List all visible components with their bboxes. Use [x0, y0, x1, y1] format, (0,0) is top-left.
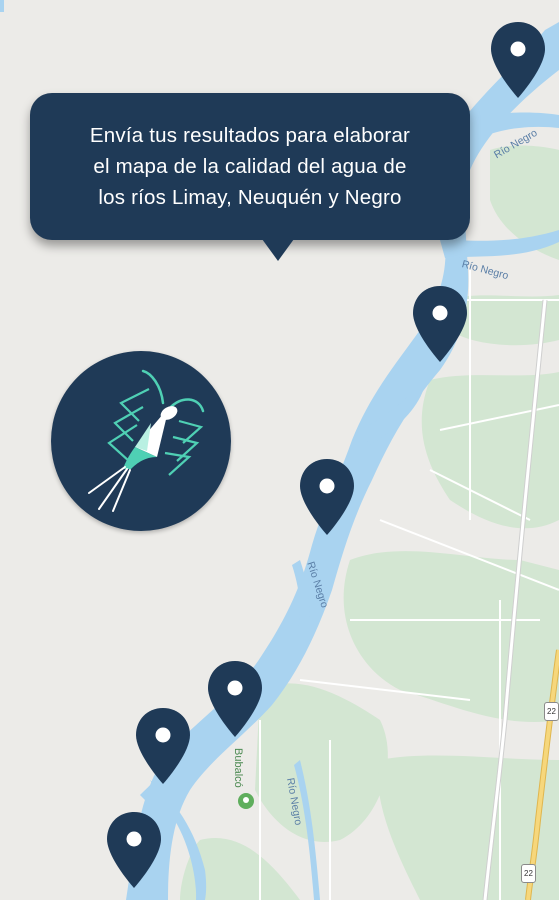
map-pin-icon	[136, 708, 190, 784]
aquatic-insect-icon	[88, 369, 205, 512]
callout-line: los ríos Limay, Neuquén y Negro	[98, 186, 402, 209]
map-pin-icon	[491, 22, 545, 98]
map-pin-icon	[300, 459, 354, 535]
callout-line: el mapa de la calidad del agua de	[93, 155, 407, 178]
map-pin[interactable]	[134, 706, 192, 786]
map-pin[interactable]	[105, 810, 163, 890]
route-shield: 22	[544, 702, 559, 721]
map-pin[interactable]	[206, 659, 264, 739]
map-pin[interactable]	[489, 20, 547, 100]
route-shield: 22	[521, 864, 536, 883]
map-pin[interactable]	[411, 284, 469, 364]
map-pin[interactable]	[298, 457, 356, 537]
map-pin-icon	[208, 661, 262, 737]
callout-line: Envía tus resultados para elaborar	[89, 124, 411, 147]
poi-marker-icon[interactable]	[238, 793, 254, 809]
poi-label: Bubalcó	[232, 748, 244, 788]
map-pin-icon	[107, 812, 161, 888]
insect-badge	[51, 351, 231, 531]
map-pin-icon	[413, 286, 467, 362]
info-callout: Envía tus resultados para elaborar el ma…	[30, 93, 470, 261]
